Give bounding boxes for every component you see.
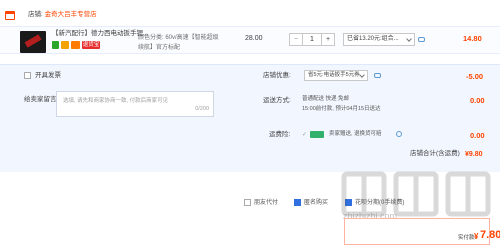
item-discount-select[interactable]: 已省13.20元:组合... xyxy=(343,33,415,46)
invoice-label: 开具发票 xyxy=(35,72,61,79)
friend-pay-label: 朋友代付 xyxy=(254,200,279,206)
bottom-options-bar: 朋友代付 匿名购买 花呗分期(0手续费) xyxy=(0,193,500,213)
pay-amount: 7.80 xyxy=(480,229,500,241)
quantity-minus-button[interactable]: − xyxy=(290,34,303,45)
coupon-info-icon[interactable] xyxy=(374,73,381,78)
order-confirm-page: 店铺: 金奇大吕丰专营店 【新汽配行】德力西电动扳手锂... 退货宝 颜色分类:… xyxy=(0,0,500,245)
installment-checkbox[interactable] xyxy=(345,199,352,206)
shop-total-amount: ¥9.80 xyxy=(465,151,483,158)
return-badge: 退货宝 xyxy=(82,41,100,49)
promo-badge-icon xyxy=(71,41,80,49)
invoice-checkbox[interactable] xyxy=(24,72,31,79)
seller-message-input[interactable]: 选填, 请先和商家协商一致, 付款后商家可见 0/200 xyxy=(56,91,214,117)
item-discount-value: 已省13.20元:组合... xyxy=(347,36,399,42)
item-subtotal: 14.80 xyxy=(463,34,482,43)
insurance-fee: 0.00 xyxy=(470,131,485,140)
message-placeholder: 选填, 请先和商家协商一致, 付款后商家可见 xyxy=(63,98,169,104)
delivery-fee: 0.00 xyxy=(470,96,485,105)
service-badge-icon xyxy=(52,41,59,49)
delivery-eta: 15:00前付款, 预计04月15日送达 xyxy=(302,106,381,112)
product-row: 【新汽配行】德力西电动扳手锂... 退货宝 颜色分类: 60v/高速【智能超级 … xyxy=(0,26,500,54)
message-label: 给卖家留言: xyxy=(24,96,59,103)
product-thumbnail[interactable] xyxy=(20,31,46,53)
shop-total-row: 店铺合计(含运费) ¥9.80 xyxy=(0,146,500,164)
friend-pay-checkbox[interactable] xyxy=(244,199,251,206)
store-coupon-amount: -5.00 xyxy=(466,72,484,81)
shop-total-label: 店铺合计(含运费) xyxy=(410,150,460,157)
chevron-down-icon xyxy=(359,72,365,78)
store-coupon-value-text: 省5元:电话扳手5元券 xyxy=(308,72,360,78)
message-char-counter: 0/200 xyxy=(195,105,209,112)
sku-line-2: 续航】官方标配 xyxy=(138,45,181,51)
payment-summary-box: 实付款: ¥ 7.80 xyxy=(344,218,500,245)
anonymous-checkbox[interactable] xyxy=(294,199,301,206)
installment-label: 花呗分期(0手续费) xyxy=(355,200,405,206)
delivery-label: 运送方式: xyxy=(263,97,291,104)
help-icon[interactable] xyxy=(396,131,402,137)
shop-header: 店铺: 金奇大吕丰专营店 xyxy=(0,9,500,23)
quantity-plus-button[interactable]: + xyxy=(321,34,334,45)
delivery-method: 普通配送 快递 免邮 xyxy=(302,96,350,102)
chat-icon[interactable] xyxy=(418,37,425,42)
shop-name-link[interactable]: 金奇大吕丰专营店 xyxy=(45,11,97,18)
shop-label: 店铺: xyxy=(28,11,43,18)
insurance-label: 运费险: xyxy=(269,131,291,138)
quantity-stepper: − 1 + xyxy=(289,33,335,46)
unit-price: 28.00 xyxy=(245,35,263,42)
pay-currency: ¥ xyxy=(474,232,479,241)
shop-name-line: 店铺: 金奇大吕丰专营店 xyxy=(28,11,97,19)
guarantee-badge-icon xyxy=(61,41,69,49)
chevron-down-icon xyxy=(406,36,412,42)
store-coupon-select[interactable]: 省5元:电话扳手5元券 xyxy=(304,70,368,81)
return-insurance-badge-icon xyxy=(310,131,324,138)
product-title-link[interactable]: 【新汽配行】德力西电动扳手锂... xyxy=(52,30,148,38)
sku-line-1: 颜色分类: 60v/高速【智能超级 xyxy=(138,35,219,41)
check-icon: ✓ xyxy=(302,132,308,138)
store-coupon-label: 店铺优惠: xyxy=(263,72,291,79)
insurance-text: 卖家赠送, 退换货可赔 xyxy=(329,131,382,137)
store-icon xyxy=(5,11,15,20)
quantity-input[interactable]: 1 xyxy=(303,34,321,45)
anonymous-label: 匿名购买 xyxy=(304,200,329,206)
